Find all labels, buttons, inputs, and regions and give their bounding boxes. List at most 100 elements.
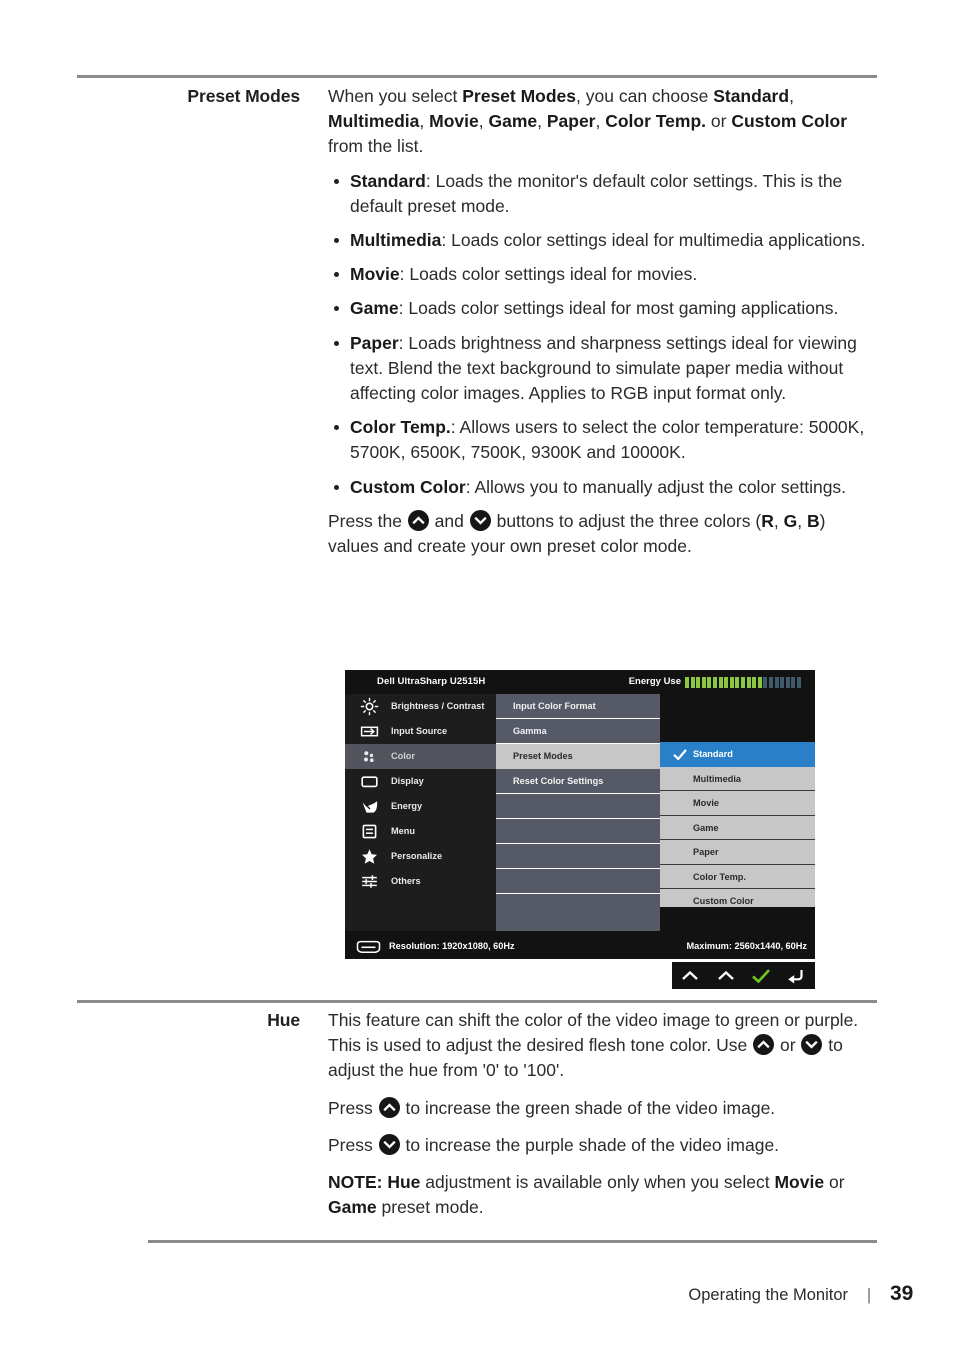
preset-option-label: Color Temp. bbox=[693, 871, 746, 882]
osd-menu-item-display[interactable]: Display bbox=[345, 769, 496, 794]
energy-segment bbox=[746, 677, 751, 688]
bullet-term: Color Temp. bbox=[350, 417, 451, 438]
energy-segment bbox=[780, 677, 785, 688]
osd-submenu-item-empty bbox=[496, 844, 660, 869]
energy-use-meter bbox=[685, 677, 812, 688]
energy-segment bbox=[791, 677, 796, 688]
osd-menu-item-others[interactable]: Others bbox=[345, 869, 496, 894]
osd-energy-use-label: Energy Use bbox=[628, 676, 681, 687]
note-text: or bbox=[824, 1172, 845, 1193]
intro-text: , bbox=[595, 111, 606, 132]
sliders-icon bbox=[360, 872, 379, 891]
osd-menu-label: Personalize bbox=[391, 851, 443, 861]
osd-button-up-2[interactable] bbox=[708, 962, 744, 989]
preset-option-multimedia[interactable]: Multimedia bbox=[660, 767, 815, 791]
energy-segment bbox=[785, 677, 790, 688]
energy-segment bbox=[718, 677, 723, 688]
row-label-preset-modes: Preset Modes bbox=[187, 86, 300, 106]
preset-option-standard[interactable]: Standard bbox=[660, 742, 815, 767]
energy-segment bbox=[712, 677, 717, 688]
osd-model-name: Dell UltraSharp U2515H bbox=[377, 676, 486, 687]
row-body-hue: This feature can shift the color of the … bbox=[328, 1008, 880, 1220]
intro-text: , bbox=[789, 86, 794, 106]
energy-segment bbox=[724, 677, 729, 688]
chevron-down-icon bbox=[378, 1133, 400, 1155]
note-text: preset mode. bbox=[376, 1197, 484, 1218]
osd-submenu-item-gamma[interactable]: Gamma bbox=[496, 719, 660, 744]
list-item: Color Temp.: Allows users to select the … bbox=[328, 415, 880, 465]
osd-submenu-item-preset-modes[interactable]: Preset Modes bbox=[496, 744, 660, 769]
hue-paragraph-3: Press to increase the purple shade of th… bbox=[328, 1133, 880, 1158]
bullet-term: Game bbox=[350, 298, 399, 319]
osd-button-up[interactable] bbox=[672, 962, 708, 989]
osd-resolution-text: Resolution: 1920x1080, 60Hz bbox=[389, 941, 515, 951]
page-number: 39 bbox=[890, 1282, 914, 1305]
bullet-term: Standard bbox=[350, 170, 426, 191]
preset-option-custom-color[interactable]: Custom Color bbox=[660, 889, 815, 914]
bullet-text: : Allows you to manually adjust the colo… bbox=[465, 476, 847, 497]
hue-paragraph-1: This feature can shift the color of the … bbox=[328, 1008, 880, 1084]
bullet-text: : Loads color settings ideal for most ga… bbox=[398, 298, 839, 319]
osd-menu-item-brightness-contrast[interactable]: Brightness / Contrast bbox=[345, 694, 496, 719]
osd-submenu-item-empty bbox=[496, 869, 660, 894]
intro-term-game: Game bbox=[488, 111, 538, 132]
energy-segment bbox=[774, 677, 779, 688]
manual-page: Preset Modes When you select Preset Mode… bbox=[0, 0, 954, 1354]
menu-icon bbox=[360, 822, 379, 841]
energy-segment bbox=[696, 677, 701, 688]
osd-submenu-label: Reset Color Settings bbox=[513, 776, 604, 786]
list-item: Multimedia: Loads color settings ideal f… bbox=[328, 228, 880, 253]
osd-menu-item-input-source[interactable]: Input Source bbox=[345, 719, 496, 744]
energy-leaf-icon bbox=[360, 797, 379, 816]
energy-segment bbox=[707, 677, 712, 688]
closing-term-r: R bbox=[761, 510, 774, 531]
intro-term-custom-color: Custom Color bbox=[731, 111, 848, 132]
preset-option-game[interactable]: Game bbox=[660, 816, 815, 840]
preset-option-movie[interactable]: Movie bbox=[660, 791, 815, 816]
note-text: adjustment is available only when you se… bbox=[420, 1172, 775, 1193]
list-item: Movie: Loads color settings ideal for mo… bbox=[328, 262, 880, 287]
osd-menu-label: Others bbox=[391, 876, 421, 886]
list-item: Custom Color: Allows you to manually adj… bbox=[328, 475, 880, 500]
osd-menu-item-menu[interactable]: Menu bbox=[345, 819, 496, 844]
page-footer: Operating the Monitor | 39 bbox=[0, 1282, 954, 1312]
preset-option-paper[interactable]: Paper bbox=[660, 840, 815, 865]
osd-submenu-label: Preset Modes bbox=[513, 751, 573, 761]
osd-submenu-item-reset-color-settings[interactable]: Reset Color Settings bbox=[496, 769, 660, 794]
bullet-text: : Loads color settings ideal for multime… bbox=[441, 230, 866, 251]
intro-term-color-temp: Color Temp. bbox=[605, 111, 707, 132]
preset-option-label: Paper bbox=[693, 847, 719, 857]
osd-left-menu: Brightness / Contrast Input Source Color… bbox=[345, 694, 496, 931]
intro-term-movie: Movie bbox=[429, 111, 479, 132]
note-term-game: Game bbox=[328, 1197, 377, 1218]
chevron-down-icon bbox=[801, 1034, 823, 1056]
osd-menu-item-personalize[interactable]: Personalize bbox=[345, 844, 496, 869]
osd-maximum-resolution-text: Maximum: 2560x1440, 60Hz bbox=[686, 941, 807, 951]
osd-submenu-item-empty bbox=[496, 894, 660, 919]
osd-menu-label: Input Source bbox=[391, 726, 448, 736]
preset-option-label: Movie bbox=[693, 798, 720, 808]
energy-segment bbox=[768, 677, 773, 688]
osd-button-confirm[interactable] bbox=[744, 962, 780, 989]
closing-term-b: B bbox=[806, 510, 820, 531]
hue-text: to increase the green shade of the video… bbox=[400, 1097, 776, 1118]
hue-text: to increase the purple shade of the vide… bbox=[400, 1134, 780, 1155]
intro-text: , you can choose bbox=[576, 86, 714, 106]
closing-text: , bbox=[797, 510, 807, 531]
osd-status-bar: Resolution: 1920x1080, 60Hz Maximum: 256… bbox=[345, 934, 815, 959]
section-divider-bottom bbox=[148, 1240, 877, 1243]
closing-text: and bbox=[429, 510, 469, 531]
note-term-movie: Movie bbox=[774, 1172, 825, 1193]
osd-menu-item-color[interactable]: Color bbox=[345, 744, 496, 769]
osd-button-back[interactable] bbox=[779, 962, 815, 989]
energy-segment bbox=[740, 677, 745, 688]
preset-modes-intro: When you select Preset Modes, you can ch… bbox=[328, 84, 880, 160]
osd-menu-item-energy[interactable]: Energy bbox=[345, 794, 496, 819]
preset-option-color-temp[interactable]: Color Temp. bbox=[660, 865, 815, 889]
energy-segment bbox=[735, 677, 740, 688]
chevron-up-icon bbox=[753, 1034, 775, 1056]
osd-submenu-item-input-color-format[interactable]: Input Color Format bbox=[496, 694, 660, 719]
hue-text: or bbox=[775, 1035, 801, 1056]
hue-paragraph-2: Press to increase the green shade of the… bbox=[328, 1096, 880, 1121]
energy-segment bbox=[752, 677, 757, 688]
